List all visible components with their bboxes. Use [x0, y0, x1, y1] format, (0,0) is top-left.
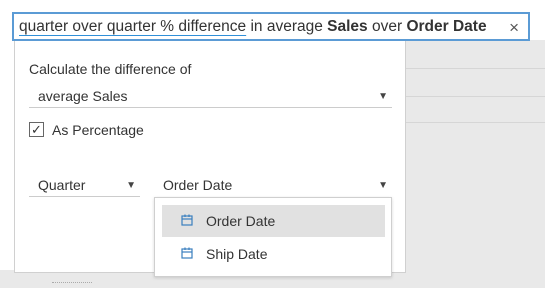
- query-phrase-dimension[interactable]: Order Date: [406, 18, 486, 36]
- date-field-select[interactable]: Order Date ▼: [155, 173, 392, 197]
- worksheet-background: [405, 40, 545, 288]
- dropdown-option-order-date[interactable]: Order Date: [162, 205, 385, 237]
- as-percentage-checkbox[interactable]: ✓: [29, 122, 44, 137]
- calendar-icon: [181, 247, 193, 259]
- query-phrase-measure[interactable]: Sales: [327, 18, 368, 36]
- worksheet-divider: [405, 122, 545, 123]
- date-field-select-value: Order Date: [163, 177, 233, 193]
- worksheet-divider: [405, 68, 545, 69]
- worksheet-footer-marks: [52, 282, 92, 284]
- caret-down-icon: ▼: [126, 180, 136, 191]
- query-phrase-text: over: [367, 17, 407, 35]
- period-select[interactable]: Quarter ▼: [29, 173, 140, 197]
- aggregation-select-value: average Sales: [38, 87, 128, 104]
- calc-difference-label: Calculate the difference of: [29, 61, 192, 77]
- query-phrase-calculation[interactable]: quarter over quarter % difference: [19, 18, 246, 36]
- ask-data-search-bar[interactable]: quarter over quarter % difference in ave…: [12, 12, 530, 41]
- close-icon[interactable]: ×: [509, 18, 519, 38]
- calendar-icon: [181, 214, 193, 226]
- dropdown-option-label: Ship Date: [206, 246, 268, 262]
- worksheet-divider: [405, 96, 545, 97]
- date-field-dropdown: Order Date Ship Date: [154, 197, 392, 277]
- query-phrase-text: in average: [246, 17, 328, 35]
- aggregation-select[interactable]: average Sales ▼: [29, 84, 392, 108]
- caret-down-icon: ▼: [378, 180, 388, 191]
- dropdown-option-label: Order Date: [206, 213, 276, 229]
- caret-down-icon: ▼: [378, 91, 388, 102]
- as-percentage-label[interactable]: As Percentage: [52, 122, 144, 138]
- dropdown-option-ship-date[interactable]: Ship Date: [162, 238, 385, 270]
- period-select-value: Quarter: [38, 176, 86, 193]
